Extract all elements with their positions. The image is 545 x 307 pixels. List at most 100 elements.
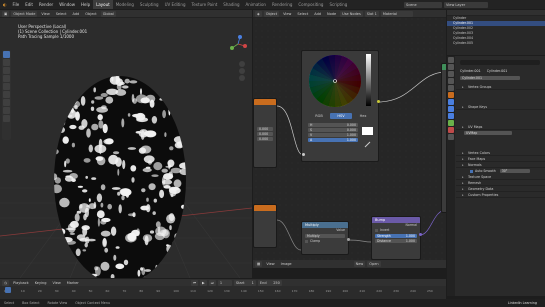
menu-file[interactable]: File [10,0,23,9]
clamp-checkbox[interactable]: Clamp [302,239,348,244]
particles-tab-icon[interactable] [448,106,454,112]
left-value-3[interactable]: 0.000 [257,137,273,141]
hue-field[interactable]: H 0.000 [308,123,358,127]
color-input-socket[interactable] [302,153,305,156]
left-value-2[interactable]: 0.000 [257,132,273,136]
timeline-menu-marker[interactable]: Marker [65,280,81,286]
tab-rgb[interactable]: RGB [308,113,330,119]
workspace-tab-shading[interactable]: Shading [220,0,242,9]
menu-render[interactable]: Render [36,0,56,9]
frame-ruler[interactable]: 0102030405060708090100110120130140150160… [4,288,444,293]
play-icon[interactable]: ▶ [200,279,207,286]
auto-smooth-checkbox[interactable] [470,169,473,173]
color-wheel[interactable] [308,54,362,108]
blender-logo-icon[interactable]: ◐ [0,0,10,9]
eyedropper-icon[interactable] [364,141,371,148]
tool-tab-icon[interactable] [448,57,454,63]
workspace-tab-modeling[interactable]: Modeling [113,0,137,9]
alpha-field[interactable]: A 1.000 [308,138,358,142]
render-tab-icon[interactable] [448,64,454,70]
uvmap-item[interactable]: UVMap [464,131,512,135]
viewport-menu-view[interactable]: View [39,11,51,17]
workspace-tab-layout[interactable]: Layout [93,0,113,9]
timeline-editor-icon[interactable]: ◷ [2,279,10,286]
panel-normals[interactable]: Normals [456,162,545,168]
object-tab-icon[interactable] [448,92,454,98]
open-image-button[interactable]: Open [367,261,381,267]
timeline-menu-playback[interactable]: Playback [11,280,31,286]
jump-end-icon[interactable]: ⏭ [208,279,216,286]
navigation-gizmo[interactable] [228,34,248,54]
image-editor-type-icon[interactable]: ▦ [255,261,263,267]
outliner[interactable]: Cylinder Cylinder.001 Cylinder.002 Cylin… [447,10,545,55]
viewport-menu-add[interactable]: Add [71,11,82,17]
start-frame-field[interactable]: Start 1 [233,279,256,286]
new-image-button[interactable]: New [353,261,366,267]
color-picker-popup[interactable]: RGB HSV Hex H 0.000 S 0.000 V 1.000 A 1.000 [301,50,379,162]
left-node-partial-bottom[interactable] [253,204,277,248]
workspace-tab-texture-paint[interactable]: Texture Paint [188,0,220,9]
mesh-datablock-field[interactable]: Cylinder.001 [460,76,520,80]
menu-window[interactable]: Window [56,0,78,9]
bump-node[interactable]: Bump Normal Invert Strength 1.000 Distanc… [371,216,421,260]
workspace-tab-compositing[interactable]: Compositing [295,0,326,9]
view-layer-selector[interactable]: View Layer [444,1,488,8]
distance-field[interactable]: Distance 1.000 [375,239,417,243]
current-frame-field[interactable]: 1 [217,279,232,286]
shader-node-editor[interactable]: ◈ Object View Select Add Node Use Nodes … [253,10,446,268]
menu-help[interactable]: Help [78,0,93,9]
zoom-view-icon[interactable] [239,61,245,67]
image-menu-view[interactable]: View [264,261,276,267]
math-multiply-node[interactable]: Multiply Value Multiply Clamp [301,221,349,255]
rendered-object[interactable] [40,60,200,278]
properties-search[interactable] [460,60,540,65]
operation-dropdown[interactable]: Multiply [305,234,345,238]
left-value-1[interactable]: 0.000 [257,127,273,131]
panel-custom-properties[interactable]: Custom Properties [456,192,545,198]
workspace-tab-scripting[interactable]: Scripting [326,0,350,9]
panel-uv-maps[interactable]: UV Maps [456,124,545,130]
left-node-partial[interactable]: 0.000 0.000 0.000 [253,98,277,168]
saturation-field[interactable]: S 0.000 [308,128,358,132]
value-output-socket[interactable] [347,238,350,241]
properties-editor[interactable]: Cylinder.001 Cylinder.001 Cylinder.001 V… [447,56,545,296]
modifier-tab-icon[interactable] [448,99,454,105]
end-frame-field[interactable]: End 250 [257,279,282,286]
viewport-menu-object[interactable]: Object [83,11,98,17]
scene-selector[interactable]: Scene [404,1,442,8]
object-mode-dropdown[interactable]: Object Mode [11,10,38,17]
panel-shape-keys[interactable]: Shape Keys [456,104,545,110]
workspace-tab-rendering[interactable]: Rendering [269,0,295,9]
3d-viewport[interactable]: ▣ Object Mode View Select Add Object Glo… [0,10,252,278]
pan-view-icon[interactable] [239,68,245,74]
value-slider[interactable] [366,54,371,106]
right-node-partial[interactable] [441,63,446,213]
playhead[interactable] [5,287,11,293]
auto-smooth-angle[interactable]: 30° [499,169,530,173]
image-menu-image[interactable]: Image [279,261,294,267]
color-output-socket[interactable] [377,100,380,103]
material-tab-icon[interactable] [448,127,454,133]
normal-output-socket[interactable] [419,233,422,236]
jump-start-icon[interactable]: ⏮ [190,279,199,286]
texture-tab-icon[interactable] [448,134,454,140]
workspace-tab-uv-editing[interactable]: UV Editing [162,0,189,9]
strength-field[interactable]: Strength 1.000 [375,234,417,238]
timeline[interactable]: ◷ Playback Keying View Marker ⏮ ▶ ⏭ 1 St… [0,279,446,299]
workspace-tab-sculpting[interactable]: Sculpting [137,0,162,9]
menu-edit[interactable]: Edit [22,0,36,9]
invert-checkbox[interactable]: Invert [372,228,420,233]
workspace-tab-animation[interactable]: Animation [243,0,269,9]
tab-hex[interactable]: Hex [352,113,374,119]
scene-tab-icon[interactable] [448,78,454,84]
transform-orientation-dropdown[interactable]: Global [100,10,116,17]
editor-type-icon[interactable]: ▣ [2,10,10,17]
tab-hsv[interactable]: HSV [330,113,352,119]
timeline-menu-keying[interactable]: Keying [33,280,49,286]
panel-vertex-groups[interactable]: Vertex Groups [456,84,545,90]
timeline-menu-view[interactable]: View [50,280,62,286]
outliner-item-5[interactable]: Cylinder.005 [447,41,545,46]
world-tab-icon[interactable] [448,85,454,91]
output-tab-icon[interactable] [448,71,454,77]
camera-view-icon[interactable] [239,75,245,81]
